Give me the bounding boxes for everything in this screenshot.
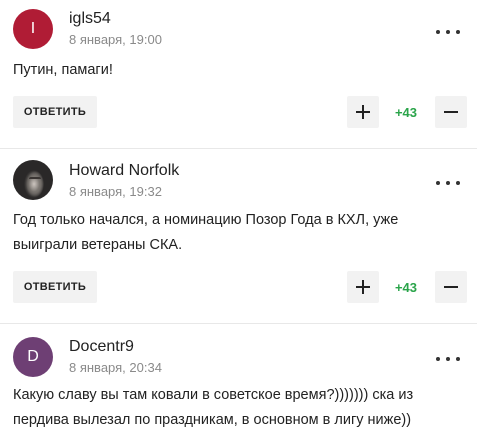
plus-icon: [356, 280, 370, 294]
downvote-button[interactable]: [435, 96, 467, 128]
more-options-icon[interactable]: [436, 25, 460, 39]
plus-icon: [356, 105, 370, 119]
avatar[interactable]: D: [13, 337, 53, 377]
more-options-icon[interactable]: [436, 176, 460, 190]
comment-text: Какую славу вы там ковали в советское вр…: [13, 387, 414, 428]
comment-date: 8 января, 20:34: [69, 360, 162, 375]
reply-button[interactable]: ОТВЕТИТЬ: [13, 271, 97, 303]
avatar-letter: I: [30, 20, 36, 37]
comment-score: +43: [394, 105, 418, 120]
comment-date: 8 января, 19:32: [69, 184, 162, 199]
upvote-button[interactable]: [347, 271, 379, 303]
comment-author[interactable]: igls54: [69, 10, 111, 28]
minus-icon: [444, 111, 458, 113]
minus-icon: [444, 286, 458, 288]
comment-date: 8 января, 19:00: [69, 32, 162, 47]
upvote-button[interactable]: [347, 96, 379, 128]
avatar[interactable]: [13, 160, 53, 200]
comment-text: Год только начался, а номинацию Позор Го…: [13, 212, 399, 253]
more-options-icon[interactable]: [436, 352, 460, 366]
comment-text: Путин, памаги!: [13, 62, 113, 78]
reply-button[interactable]: ОТВЕТИТЬ: [13, 96, 97, 128]
comment-item: I igls54 8 января, 19:00 Путин, памаги! …: [0, 0, 477, 148]
comment-score: +43: [394, 280, 418, 295]
avatar-letter: D: [27, 348, 39, 365]
comment-author[interactable]: Docentr9: [69, 338, 134, 356]
comment-item: D Docentr9 8 января, 20:34 Какую славу в…: [0, 324, 477, 434]
avatar[interactable]: I: [13, 9, 53, 49]
comment-author[interactable]: Howard Norfolk: [69, 162, 179, 180]
comment-item: Howard Norfolk 8 января, 19:32 Год тольк…: [0, 149, 477, 323]
downvote-button[interactable]: [435, 271, 467, 303]
